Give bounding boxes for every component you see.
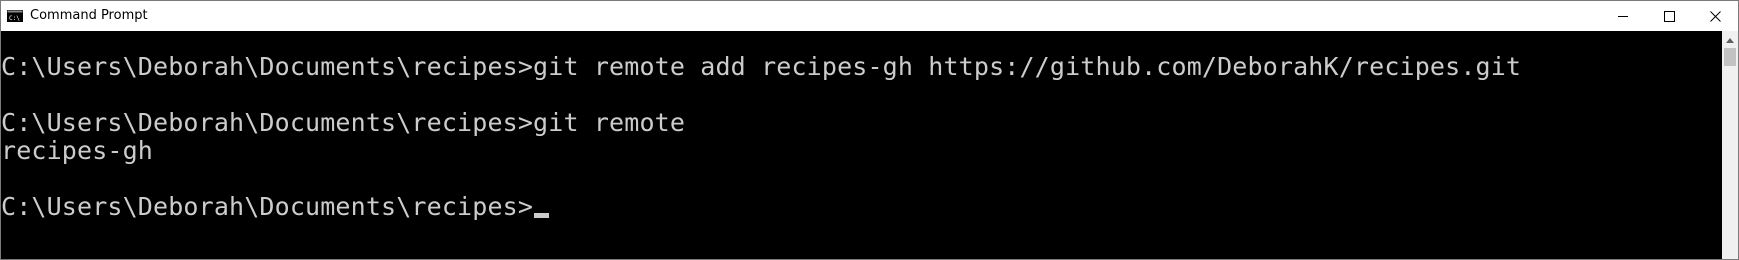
scroll-thumb[interactable]: [1724, 48, 1736, 66]
console-line: C:\Users\Deborah\Documents\recipes>git r…: [1, 108, 686, 137]
cmd-icon: C:\: [7, 10, 23, 22]
scroll-up-arrow-icon: [1726, 30, 1734, 48]
prompt-line[interactable]: C:\Users\Deborah\Documents\recipes>: [1, 192, 550, 221]
text-cursor: [534, 213, 550, 218]
maximize-icon: [1663, 10, 1675, 22]
console-line: C:\Users\Deborah\Documents\recipes>git r…: [1, 52, 1522, 81]
title-bar[interactable]: C:\ Command Prompt: [1, 1, 1738, 31]
minimize-button[interactable]: [1600, 1, 1646, 31]
svg-text:C:\: C:\: [9, 15, 20, 22]
minimize-icon: [1617, 11, 1629, 22]
close-icon: [1709, 10, 1721, 22]
console-line: recipes-gh: [1, 136, 154, 165]
command-prompt-window: C:\ Command Prompt C:\Users\Deborah\Docu…: [0, 0, 1739, 260]
scroll-up-button[interactable]: [1722, 31, 1738, 47]
maximize-button[interactable]: [1646, 1, 1692, 31]
close-button[interactable]: [1692, 1, 1738, 31]
vertical-scrollbar[interactable]: [1722, 31, 1738, 259]
prompt-text: C:\Users\Deborah\Documents\recipes>: [1, 192, 534, 221]
window-title: Command Prompt: [30, 8, 148, 23]
console-output[interactable]: C:\Users\Deborah\Documents\recipes>git r…: [1, 31, 1722, 259]
